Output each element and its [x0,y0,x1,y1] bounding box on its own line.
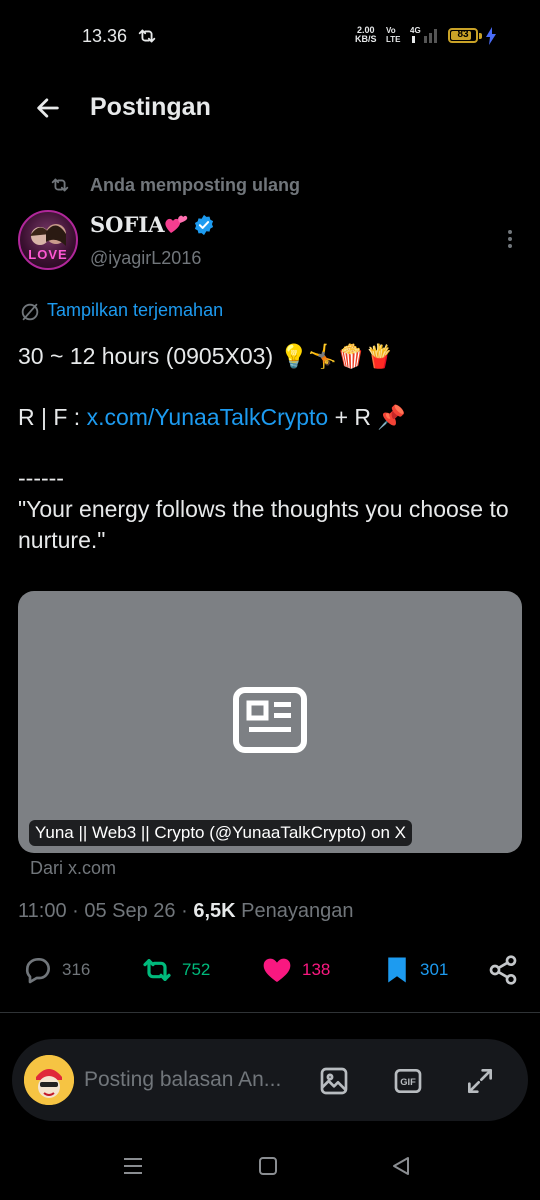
back-arrow-icon [37,98,59,118]
author-name[interactable]: SOFIA [90,212,164,237]
bookmark-icon [388,957,406,983]
translate-icon [19,301,41,328]
home-button[interactable] [257,1155,279,1182]
bookmark-count: 301 [420,960,449,979]
charging-icon [485,27,497,50]
volte-indicator: Vo LTE [386,26,401,44]
author-avatar[interactable]: LOVE [18,210,78,270]
image-button[interactable] [318,1065,350,1102]
svg-text:GIF: GIF [400,1077,416,1087]
reply-input[interactable]: Posting balasan An... [84,1068,281,1092]
avatar-love-text: LOVE [28,247,68,262]
rf-prefix: R | F : [18,404,87,430]
user-avatar[interactable] [24,1055,74,1105]
reply-icon [25,958,50,984]
triangle-back-icon [393,1157,409,1175]
back-button[interactable] [30,90,66,126]
reply-compose-bar[interactable]: Posting balasan An... GIF [12,1039,528,1121]
profile-link[interactable]: x.com/YunaaTalkCrypto [87,404,329,430]
link-preview-card[interactable]: Yuna || Web3 || Crypto (@YunaaTalkCrypto… [18,591,522,853]
more-options-button[interactable] [500,226,520,252]
bookmark-action[interactable]: 301 [382,953,448,987]
rf-suffix: + R 📌 [328,404,407,430]
page-title: Postingan [90,93,211,121]
expand-icon [468,1069,492,1093]
repost-action[interactable]: 752 [140,953,210,987]
views-count: 6,5K [193,900,236,922]
reply-action[interactable]: 316 [22,953,90,987]
tweet-date: 05 Sep 26 [84,900,176,922]
square-icon [259,1157,277,1175]
tweet-rf-line: R | F : x.com/YunaaTalkCrypto + R 📌 [18,402,518,433]
status-time: 13.36 [82,26,128,46]
battery-indicator: 83 [448,28,478,43]
more-vertical-icon [508,230,512,248]
views-label[interactable]: Penayangan [241,900,353,922]
repost-icon [143,959,171,981]
share-action[interactable] [487,953,519,987]
recent-apps-button[interactable] [122,1155,144,1182]
network-speed: 2.00 KB/S [355,25,377,44]
tweet-meta: 11:00 · 05 Sep 26 · 6,5K Penayangan [18,900,354,922]
back-nav-button[interactable] [390,1155,412,1182]
repost-count: 752 [182,960,211,979]
article-icon [233,687,307,758]
signal-icon: 4G [410,26,442,49]
like-action[interactable]: 138 [260,953,330,987]
repost-label[interactable]: Anda memposting ulang [90,175,300,196]
repost-indicator-icon [48,174,72,201]
tweet-line-1: 30 ~ 12 hours (0905X03) 💡🤸🍿🍟 [18,343,395,369]
two-hearts-icon [163,213,189,242]
reply-count: 316 [62,960,91,979]
author-handle[interactable]: @iyagirL2016 [90,248,201,269]
verified-badge-icon[interactable] [193,214,215,241]
menu-lines-icon [124,1158,142,1174]
battery-cap [479,33,482,39]
gif-button[interactable]: GIF [392,1065,424,1102]
tweet-quote: "Your energy follows the thoughts you ch… [18,496,509,553]
battery-level: 83 [457,29,469,40]
tweet-time: 11:00 [18,900,67,922]
card-source[interactable]: Dari x.com [30,858,116,879]
like-count: 138 [302,960,331,979]
show-translation-link[interactable]: Tampilkan terjemahan [47,300,223,321]
gif-icon: GIF [394,1069,422,1093]
divider [0,1012,540,1013]
share-icon [489,955,517,985]
image-icon [320,1067,348,1095]
network-type: 4G [410,26,421,35]
sync-icon [136,25,158,52]
heart-icon [263,958,291,982]
expand-button[interactable] [464,1065,496,1102]
card-title: Yuna || Web3 || Crypto (@YunaaTalkCrypto… [29,820,413,846]
tweet-dashes: ------ [18,465,64,491]
